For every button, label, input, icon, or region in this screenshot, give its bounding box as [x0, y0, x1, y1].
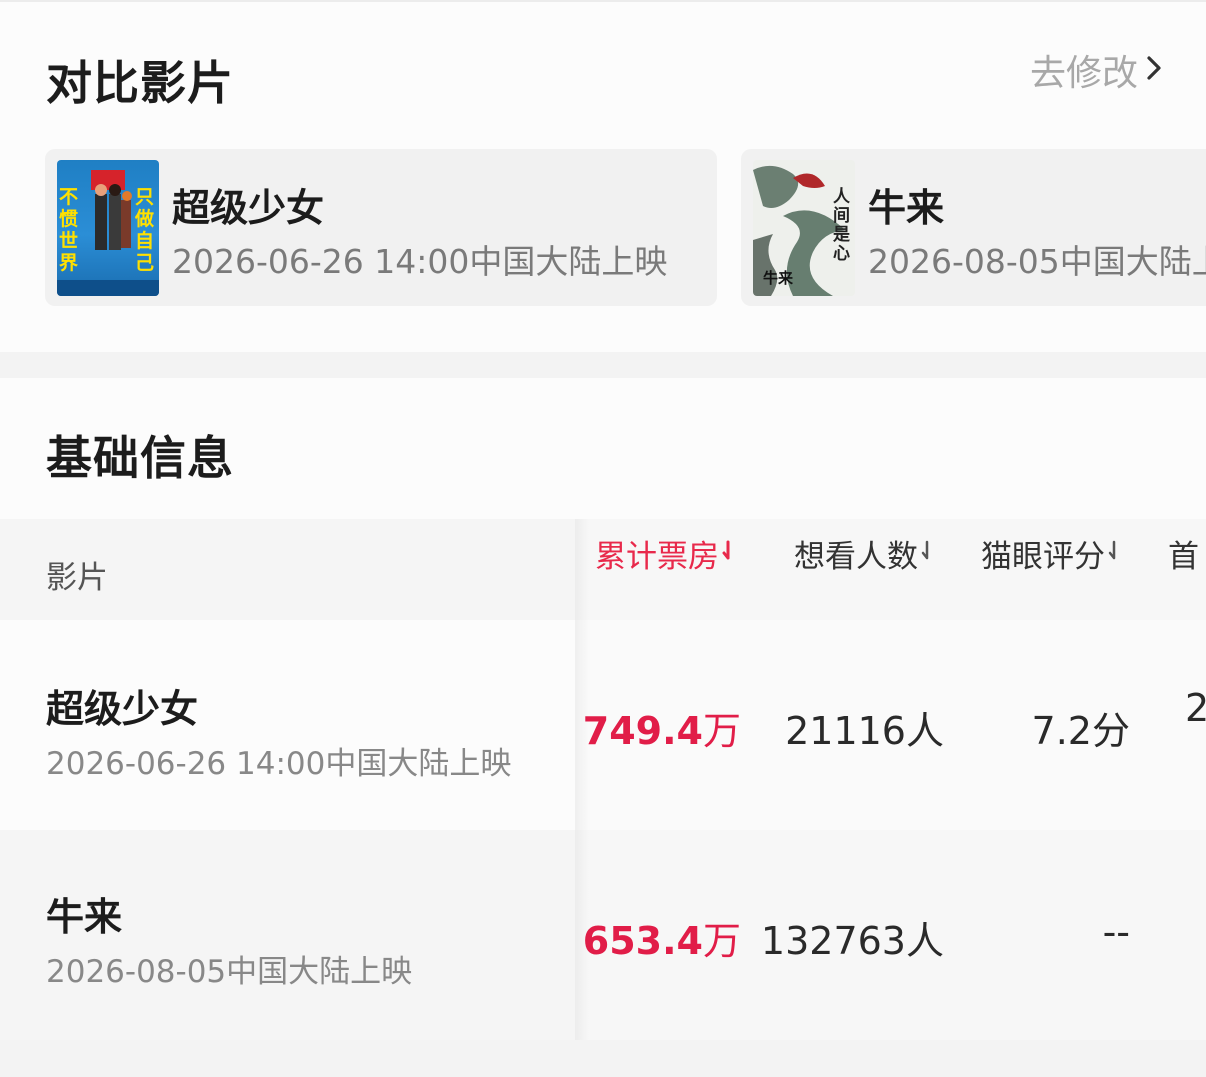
poster-text: 做 [135, 208, 155, 230]
column-first[interactable]: 首 [1168, 531, 1199, 576]
poster-text: 只 [135, 186, 155, 208]
column-label: 累计票房 [595, 539, 719, 575]
table-row[interactable]: 超级少女 2026-06-26 14:00中国大陆上映 [0, 620, 575, 830]
row-film-name: 牛来 [46, 895, 123, 939]
sort-down-icon [722, 536, 734, 572]
first-value: 2 [1185, 686, 1206, 730]
want-to-see-value: 132763人 [760, 919, 944, 963]
poster-text: 不 [59, 186, 79, 208]
basic-info-title: 基础信息 [46, 431, 234, 485]
poster-text: 世 [59, 230, 79, 252]
score-value: -- [1102, 910, 1130, 954]
column-maoyan-score[interactable]: 猫眼评分 [981, 531, 1120, 576]
row-film-date: 2026-06-26 14:00中国大陆上映 [46, 746, 512, 782]
compare-title: 对比影片 [46, 56, 234, 110]
table-row[interactable]: 牛来 2026-08-05中国大陆上映 [0, 830, 575, 1040]
edit-compare-button[interactable]: 去修改 [1030, 44, 1164, 96]
table-row-values: 749.4万 21116人 7.2分 2 [575, 620, 1206, 830]
box-office-value: 653.4万 [582, 919, 741, 963]
column-label: 想看人数 [794, 539, 918, 575]
row-film-date: 2026-08-05中国大陆上映 [46, 954, 413, 990]
frozen-column-shadow [575, 519, 589, 1040]
poster-text: 界 [59, 252, 79, 274]
compare-film-date: 2026-08-05中国大陆上映 [868, 242, 1206, 281]
poster-text: 心 [833, 244, 850, 264]
poster-text: 来 [778, 269, 794, 287]
column-film: 影片 [46, 560, 108, 596]
column-want-to-see[interactable]: 想看人数 [794, 531, 933, 576]
table-row-values: 653.4万 132763人 -- [575, 830, 1206, 1040]
poster-text: 是 [833, 225, 850, 245]
row-film-name: 超级少女 [46, 687, 199, 731]
column-label: 猫眼评分 [981, 539, 1105, 575]
compare-film-date: 2026-06-26 14:00中国大陆上映 [172, 242, 668, 281]
compare-film-name: 牛来 [868, 186, 945, 230]
film-poster: 不 惯 世 界 只 做 自 己 [57, 160, 159, 296]
compare-films-card: 对比影片 去修改 不 惯 世 界 只 做 自 己 超级少女 2026-06-26… [0, 0, 1206, 352]
score-value: 7.2分 [1031, 709, 1130, 753]
chevron-right-icon [1144, 54, 1164, 86]
sort-down-icon [921, 536, 933, 572]
box-office-value: 749.4万 [582, 709, 741, 753]
poster-text: 自 [135, 230, 155, 252]
compare-film-name: 超级少女 [172, 186, 325, 230]
poster-text: 人 [833, 187, 850, 207]
poster-text: 己 [135, 252, 155, 274]
want-to-see-value: 21116人 [785, 709, 944, 753]
column-box-office[interactable]: 累计票房 [595, 531, 734, 576]
basic-info-card: 基础信息 影片 累计票房 想看人数 猫眼评分 首 超级少女 2026-06-26… [0, 378, 1206, 1040]
poster-text: 惯 [59, 208, 79, 230]
edit-label: 去修改 [1029, 53, 1138, 94]
poster-text: 间 [833, 206, 850, 226]
column-label: 首 [1168, 539, 1199, 575]
sort-down-icon [1108, 536, 1120, 572]
compare-film-card[interactable]: 人 间 是 心 牛来 牛来 2026-08-05中国大陆上映 [741, 149, 1206, 306]
compare-film-card[interactable]: 不 惯 世 界 只 做 自 己 超级少女 2026-06-26 14:00中国大… [45, 149, 717, 306]
film-poster: 人 间 是 心 牛来 [753, 160, 855, 296]
poster-text: 牛 [763, 269, 779, 287]
